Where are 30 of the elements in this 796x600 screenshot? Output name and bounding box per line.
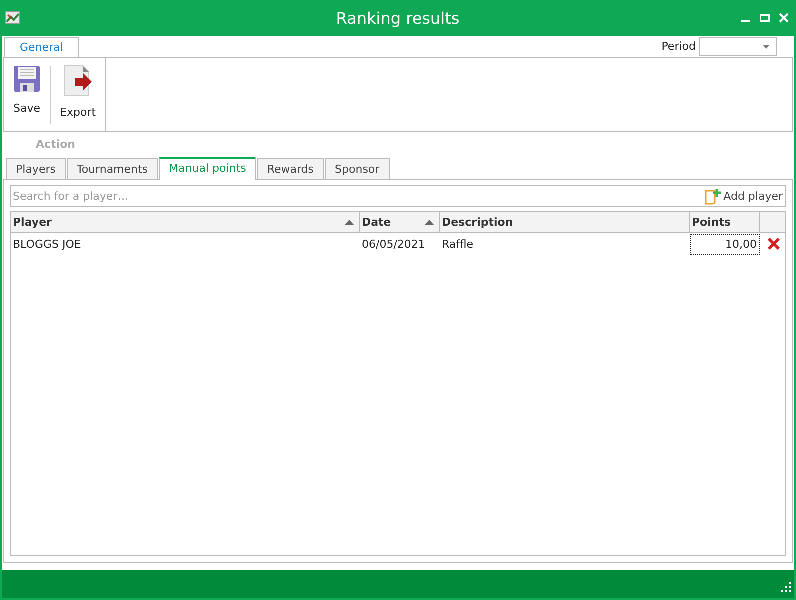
tab[interactable]: Rewards <box>257 158 324 179</box>
group-label: Action <box>36 138 76 150</box>
column-header[interactable]: Date <box>360 212 440 232</box>
column-header[interactable]: Player <box>11 212 360 232</box>
add-player-button[interactable]: Add player <box>702 188 785 204</box>
column-header[interactable]: Description <box>440 212 690 232</box>
delete-icon[interactable] <box>767 237 781 251</box>
document-arrow-icon <box>63 65 93 97</box>
period-label: Period <box>662 40 696 53</box>
table-cell-text: Raffle <box>441 238 475 250</box>
table-cell-text: 06/05/2021 <box>361 238 426 250</box>
table-cell-text: BLOGGS JOE <box>12 238 82 250</box>
add-document-icon <box>704 188 722 204</box>
window-title: Ranking results <box>336 8 460 28</box>
tab[interactable]: Tournaments <box>66 158 158 179</box>
resize-grip-icon <box>781 582 792 593</box>
save-button[interactable]: Save <box>10 63 44 117</box>
table-cell: 10,00 <box>690 234 760 254</box>
close-icon[interactable] <box>779 13 789 23</box>
search-field[interactable]: Search for a player… Add player <box>10 185 786 207</box>
tab[interactable]: Sponsor <box>325 158 390 179</box>
tab[interactable]: Manual points <box>159 157 256 180</box>
maximize-icon[interactable] <box>760 13 770 23</box>
caret-icon <box>763 44 770 48</box>
app-icon <box>5 10 21 26</box>
column-header[interactable]: Points <box>690 212 760 232</box>
tab[interactable]: Players <box>6 158 66 179</box>
ribbon-tab[interactable]: General <box>4 37 80 57</box>
export-button[interactable]: Export <box>57 63 100 121</box>
period-dropdown[interactable] <box>699 37 777 56</box>
